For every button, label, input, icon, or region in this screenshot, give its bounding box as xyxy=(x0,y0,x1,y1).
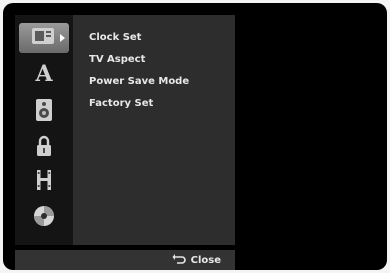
general-settings-icon xyxy=(31,26,57,50)
return-icon xyxy=(172,253,186,268)
recording-icon xyxy=(36,169,52,195)
category-recording[interactable] xyxy=(19,167,69,197)
category-icon-column: A xyxy=(15,15,73,245)
menu-item-list: Clock Set TV Aspect Power Save Mode Fact… xyxy=(89,27,189,115)
close-label: Close xyxy=(190,255,221,266)
menu-item-clock-set[interactable]: Clock Set xyxy=(89,27,189,49)
language-icon: A xyxy=(35,61,53,87)
category-disc[interactable] xyxy=(19,203,69,233)
menu-item-factory-set[interactable]: Factory Set xyxy=(89,93,189,115)
setup-menu: A Clock Set TV Aspect Power Save Mode Fa… xyxy=(15,15,235,245)
menu-item-power-save-mode[interactable]: Power Save Mode xyxy=(89,71,189,93)
disc-icon xyxy=(33,205,55,231)
lock-icon xyxy=(36,135,52,161)
category-audio[interactable] xyxy=(19,97,69,127)
category-language[interactable]: A xyxy=(19,59,69,89)
submenu-arrow-icon xyxy=(60,34,65,42)
menu-item-tv-aspect[interactable]: TV Aspect xyxy=(89,49,189,71)
audio-icon xyxy=(35,98,53,126)
category-lock[interactable] xyxy=(19,133,69,163)
close-button[interactable]: Close xyxy=(172,253,221,268)
osd-frame: A Clock Set TV Aspect Power Save Mode Fa… xyxy=(3,3,387,270)
category-general[interactable] xyxy=(19,23,69,53)
footer-bar: Close xyxy=(15,250,235,270)
